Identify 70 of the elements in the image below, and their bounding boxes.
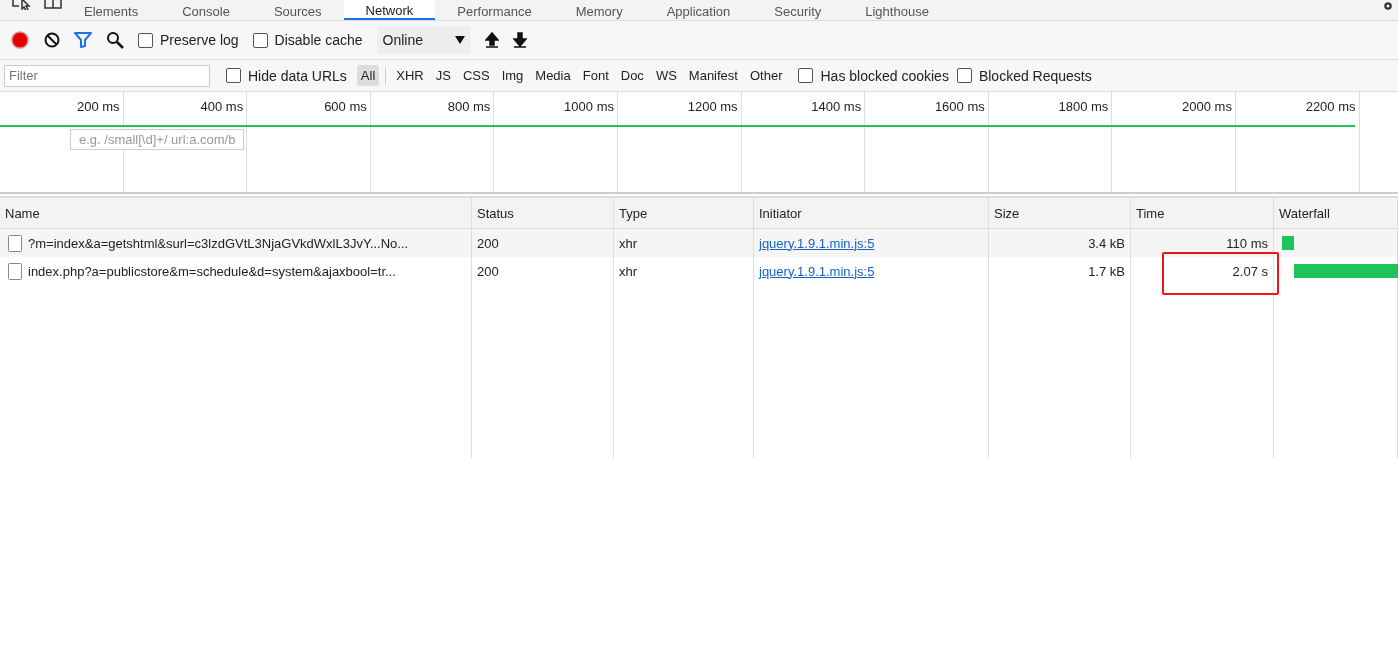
waterfall-bar: [1282, 236, 1294, 250]
filter-field[interactable]: Filter: [4, 64, 210, 87]
throttling-dropdown[interactable]: Online: [376, 26, 471, 54]
filter-icon[interactable]: [74, 32, 92, 48]
type-cell: xhr: [614, 257, 754, 285]
blocked-requests-checkbox[interactable]: Blocked Requests: [956, 67, 1092, 84]
column-header[interactable]: Waterfall: [1274, 198, 1398, 228]
panel-tab[interactable]: Security: [752, 0, 844, 20]
panel-tab[interactable]: Performance: [435, 0, 554, 20]
timeline-tick-label: 1400 ms: [811, 98, 863, 114]
timeline-tick-label: 400 ms: [200, 98, 245, 114]
status-cell: 200: [472, 229, 614, 257]
resource-type-filter[interactable]: WS: [651, 65, 681, 86]
resource-type-filter[interactable]: CSS: [458, 65, 494, 86]
resource-type-filter[interactable]: XHR: [392, 65, 428, 86]
timeline-tick-label: 800 ms: [447, 98, 492, 114]
time-cell: 2.07 s: [1232, 263, 1268, 279]
device-toolbar-icon[interactable]: [44, 0, 62, 10]
download-icon[interactable]: [512, 32, 527, 48]
document-icon: [8, 234, 22, 252]
panel-tab[interactable]: Application: [644, 0, 753, 20]
disable-cache-checkbox[interactable]: Disable cache: [252, 32, 363, 48]
filter-hint-tooltip: e.g. /small[\d]+/ url:a.com/b: [70, 129, 245, 150]
panel-tab[interactable]: Network: [343, 0, 436, 20]
timeline-tick-label: 1600 ms: [934, 98, 986, 114]
search-icon[interactable]: [106, 31, 124, 49]
hide-data-urls-checkbox[interactable]: Hide data URLs: [226, 67, 347, 84]
type-cell: xhr: [614, 229, 754, 257]
panel-tab[interactable]: Elements: [62, 0, 161, 20]
resource-type-filter[interactable]: Font: [578, 65, 613, 86]
timeline-tick-label: 1800 ms: [1058, 98, 1110, 114]
document-icon: [8, 262, 22, 280]
panel-tab[interactable]: Sources: [251, 0, 344, 20]
request-name[interactable]: index.php?a=publicstore&m=schedule&d=system&ajaxbool=tr...: [28, 263, 396, 279]
resource-type-filter[interactable]: Manifest: [684, 65, 742, 86]
panel-tab[interactable]: Lighthouse: [843, 0, 951, 20]
status-cell: 200: [472, 257, 614, 285]
upload-icon[interactable]: [484, 32, 499, 48]
panel-tab[interactable]: Memory: [553, 0, 645, 20]
dropdown-arrow-icon: [454, 36, 465, 44]
preserve-log-checkbox[interactable]: Preserve log: [138, 32, 239, 48]
time-cell: 110 ms: [1226, 235, 1268, 251]
column-header[interactable]: Time: [1131, 198, 1274, 228]
column-header[interactable]: Initiator: [754, 198, 989, 228]
resource-type-filter[interactable]: JS: [431, 65, 455, 86]
column-header[interactable]: Name: [0, 198, 472, 228]
timeline-tick-label: 2200 ms: [1305, 98, 1357, 114]
column-header[interactable]: Status: [472, 198, 614, 228]
initiator-link[interactable]: jquery.1.9.1.min.js:5: [759, 263, 875, 279]
blocked-cookies-checkbox[interactable]: Has blocked cookies: [798, 67, 949, 84]
timeline-tick-label: 600 ms: [324, 98, 368, 114]
size-cell: 1.7 kB: [989, 257, 1131, 285]
resource-type-filter[interactable]: Other: [745, 65, 787, 86]
column-header[interactable]: Type: [614, 198, 754, 228]
timeline-tick-label: 1200 ms: [687, 98, 739, 114]
clear-icon[interactable]: [44, 32, 60, 48]
resource-type-filter[interactable]: Doc: [616, 65, 648, 86]
column-header[interactable]: Size: [989, 198, 1131, 228]
initiator-link[interactable]: jquery.1.9.1.min.js:5: [759, 235, 875, 251]
resource-type-filter[interactable]: All: [356, 65, 380, 86]
size-cell: 3.4 kB: [989, 229, 1131, 257]
record-icon[interactable]: [10, 30, 30, 50]
resource-type-filter[interactable]: Img: [497, 65, 528, 86]
timeline-tick-label: 1000 ms: [564, 98, 615, 114]
panel-tab[interactable]: Console: [160, 0, 252, 20]
timeline-tick-label: 2000 ms: [1182, 98, 1233, 114]
request-name[interactable]: ?m=index&a=getshtml&surl=c3lzdGVtL3NjaGVkdWxlL3JvY...No...: [28, 235, 409, 251]
inspect-icon[interactable]: [12, 0, 32, 10]
timeline-tick-label: 200 ms: [76, 98, 121, 114]
resource-type-filter[interactable]: Media: [531, 65, 575, 86]
